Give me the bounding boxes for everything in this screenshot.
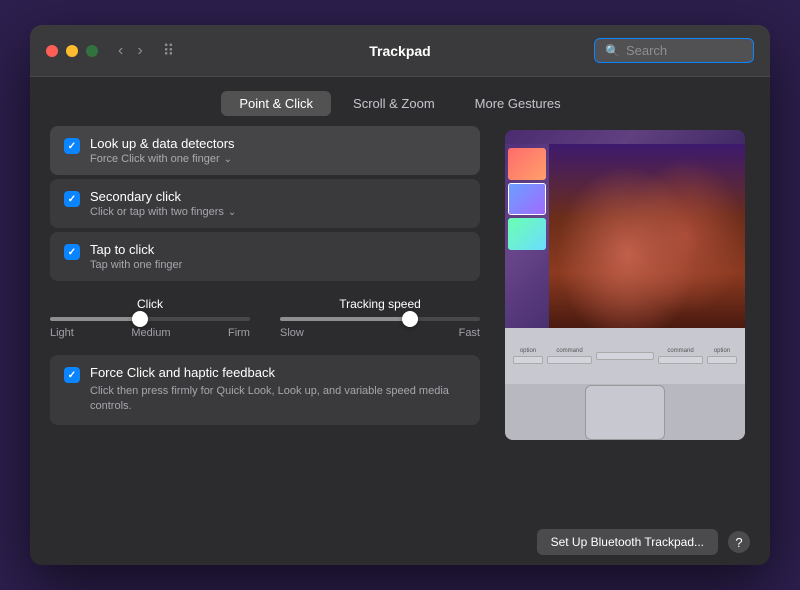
sidebar-thumb-3: [508, 218, 546, 250]
bluetooth-trackpad-button[interactable]: Set Up Bluetooth Trackpad...: [537, 529, 718, 555]
help-button[interactable]: ?: [728, 531, 750, 553]
screen-content: [505, 144, 745, 328]
close-button[interactable]: [46, 45, 58, 57]
forward-button[interactable]: ›: [133, 41, 146, 61]
click-slider-thumb[interactable]: [132, 311, 148, 327]
sidebar-thumb-2: [508, 183, 546, 215]
haptic-title: Force Click and haptic feedback: [90, 365, 466, 380]
lookup-text: Look up & data detectors Force Click wit…: [90, 136, 235, 165]
trackpad-area: [505, 384, 745, 440]
titlebar: ‹ › ⠿ Trackpad 🔍: [30, 25, 770, 77]
tracking-slider-thumb[interactable]: [402, 311, 418, 327]
key-command-label: command: [556, 348, 582, 354]
sidebar-thumb-1: [508, 148, 546, 180]
key-group-command-right: command: [658, 348, 703, 364]
click-light-label: Light: [50, 327, 74, 339]
left-panel: ✓ Look up & data detectors Force Click w…: [50, 126, 480, 519]
search-input[interactable]: [626, 43, 743, 58]
tab-more-gestures[interactable]: More Gestures: [457, 91, 579, 116]
secondary-click-text: Secondary click Click or tap with two fi…: [90, 189, 236, 218]
secondary-click-checkbox[interactable]: ✓: [64, 191, 80, 207]
checkmark-icon: ✓: [68, 194, 76, 205]
click-slider-group: Click Light Medium Firm: [50, 297, 250, 339]
tracking-slider-label: Tracking speed: [339, 297, 421, 311]
checkmark-icon: ✓: [68, 247, 76, 258]
key-option-right-label: option: [714, 348, 730, 354]
click-slider-track[interactable]: [50, 317, 250, 321]
sliders-section: Click Light Medium Firm Tracking speed: [50, 285, 480, 347]
lookup-subtitle: Force Click with one finger ⌄: [90, 153, 235, 165]
thumb-image-2: [509, 184, 545, 214]
click-slider-label: Click: [137, 297, 163, 311]
tab-point-click[interactable]: Point & Click: [221, 91, 331, 116]
key-group-option-right: option: [707, 348, 737, 364]
search-icon: 🔍: [605, 44, 620, 58]
window-title: Trackpad: [369, 43, 430, 59]
lookup-title: Look up & data detectors: [90, 136, 235, 151]
click-slider-labels: Light Medium Firm: [50, 327, 250, 339]
trackpad-visual: [585, 385, 665, 440]
click-slider-fill: [50, 317, 140, 321]
key-command: [547, 356, 592, 364]
tracking-slider-fill: [280, 317, 410, 321]
minimize-button[interactable]: [66, 45, 78, 57]
bottom-bar: Set Up Bluetooth Trackpad... ?: [30, 519, 770, 565]
tabs-bar: Point & Click Scroll & Zoom More Gesture…: [30, 77, 770, 126]
thumb-image-1: [508, 148, 546, 180]
haptic-text: Force Click and haptic feedback Click th…: [90, 365, 466, 415]
screen-menubar: [505, 130, 745, 144]
chevron-down-icon: ⌄: [224, 154, 232, 165]
tab-scroll-zoom[interactable]: Scroll & Zoom: [335, 91, 453, 116]
lookup-checkbox[interactable]: ✓: [64, 138, 80, 154]
back-button[interactable]: ‹: [114, 41, 127, 61]
click-firm-label: Firm: [228, 327, 250, 339]
checkmark-icon: ✓: [68, 370, 76, 381]
screen-area: [505, 130, 745, 328]
main-photo: [549, 144, 745, 328]
tap-to-click-option: ✓ Tap to click Tap with one finger: [50, 232, 480, 281]
tracking-slow-label: Slow: [280, 327, 304, 339]
tracking-slider-labels: Slow Fast: [280, 327, 480, 339]
key-group-command-left: command: [547, 348, 592, 364]
chevron-down-icon: ⌄: [228, 207, 236, 218]
traffic-lights: [46, 45, 98, 57]
photo-overlay: [549, 144, 745, 328]
haptic-checkbox[interactable]: ✓: [64, 367, 80, 383]
key-group-option-left: option: [513, 348, 543, 364]
grid-icon: ⠿: [163, 41, 175, 61]
key-option: [513, 356, 543, 364]
tap-to-click-title: Tap to click: [90, 242, 182, 257]
key-option-label: option: [520, 348, 536, 354]
tap-to-click-subtitle: Tap with one finger: [90, 259, 182, 271]
screen-sidebar: [505, 144, 549, 328]
secondary-click-option: ✓ Secondary click Click or tap with two …: [50, 179, 480, 228]
keyboard-top: option command command: [505, 328, 745, 384]
tap-to-click-text: Tap to click Tap with one finger: [90, 242, 182, 271]
settings-window: ‹ › ⠿ Trackpad 🔍 Point & Click Scroll & …: [30, 25, 770, 565]
secondary-click-title: Secondary click: [90, 189, 236, 204]
secondary-click-subtitle: Click or tap with two fingers ⌄: [90, 206, 236, 218]
tracking-slider-track[interactable]: [280, 317, 480, 321]
key-command-right: [658, 356, 703, 364]
tracking-slider-group: Tracking speed Slow Fast: [280, 297, 480, 339]
laptop-preview: option command command: [505, 130, 745, 440]
tap-to-click-checkbox[interactable]: ✓: [64, 244, 80, 260]
spacebar: [596, 352, 654, 360]
key-option-right: [707, 356, 737, 364]
thumb-image-3: [508, 218, 546, 250]
keyboard-area: option command command: [505, 328, 745, 440]
haptic-option: ✓ Force Click and haptic feedback Click …: [50, 355, 480, 425]
lookup-option: ✓ Look up & data detectors Force Click w…: [50, 126, 480, 175]
nav-buttons: ‹ ›: [114, 41, 147, 61]
preview-image: option command command: [505, 130, 745, 440]
right-panel: option command command: [500, 126, 750, 519]
checkmark-icon: ✓: [68, 141, 76, 152]
key-command-right-label: command: [667, 348, 693, 354]
search-box[interactable]: 🔍: [594, 38, 754, 63]
haptic-subtitle: Click then press firmly for Quick Look, …: [90, 384, 466, 415]
main-content: ✓ Look up & data detectors Force Click w…: [30, 126, 770, 519]
tracking-fast-label: Fast: [459, 327, 480, 339]
maximize-button[interactable]: [86, 45, 98, 57]
click-medium-label: Medium: [131, 327, 170, 339]
